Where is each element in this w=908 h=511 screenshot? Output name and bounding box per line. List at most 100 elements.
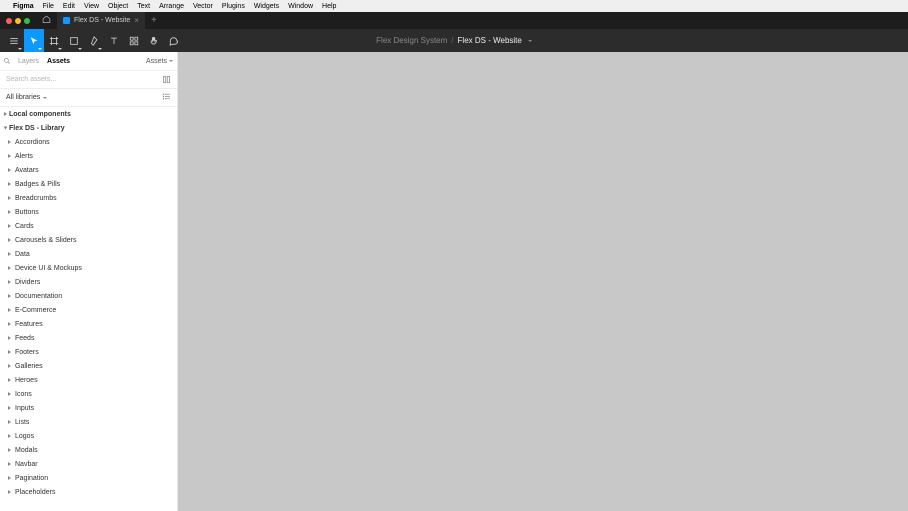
tree-item[interactable]: Features — [0, 317, 177, 331]
caret-right-icon — [8, 182, 11, 186]
document-tab[interactable]: Flex DS - Website × — [57, 12, 145, 29]
menu-plugins[interactable]: Plugins — [222, 3, 245, 10]
tree-item-label: Lists — [13, 419, 29, 426]
breadcrumb-current[interactable]: Flex DS - Website — [458, 36, 522, 45]
menu-file[interactable]: File — [43, 3, 54, 10]
menu-arrange[interactable]: Arrange — [159, 3, 184, 10]
menu-text[interactable]: Text — [137, 3, 150, 10]
tab-assets[interactable]: Assets — [43, 58, 74, 65]
list-view-icon[interactable] — [162, 92, 171, 103]
menu-vector[interactable]: Vector — [193, 3, 213, 10]
pen-tool[interactable] — [84, 29, 104, 52]
tree-item[interactable]: Lists — [0, 415, 177, 429]
tree-item[interactable]: Heroes — [0, 373, 177, 387]
tree-item-label: Documentation — [13, 293, 62, 300]
tree-section-label: Local components — [9, 111, 71, 118]
tree-item-label: Cards — [13, 223, 34, 230]
window-controls[interactable] — [0, 18, 36, 24]
menu-object[interactable]: Object — [108, 3, 128, 10]
tree-section[interactable]: Local components — [0, 107, 177, 121]
library-icon[interactable] — [162, 71, 171, 89]
tree-item[interactable]: Footers — [0, 345, 177, 359]
library-filter[interactable]: All libraries — [0, 89, 177, 107]
menu-help[interactable]: Help — [322, 3, 336, 10]
tree-item[interactable]: Navbar — [0, 457, 177, 471]
tree-item-label: Device UI & Mockups — [13, 265, 82, 272]
minimize-window-icon[interactable] — [15, 18, 21, 24]
tree-item[interactable]: Logos — [0, 429, 177, 443]
tab-title: Flex DS - Website — [74, 17, 130, 24]
zoom-window-icon[interactable] — [24, 18, 30, 24]
tree-item[interactable]: Galleries — [0, 359, 177, 373]
tab-layers[interactable]: Layers — [14, 58, 43, 65]
tree-item[interactable]: Documentation — [0, 289, 177, 303]
search-input[interactable] — [6, 76, 162, 83]
app-name[interactable]: Figma — [13, 3, 34, 10]
asset-tree: Local components Flex DS - LibraryAccordi… — [0, 107, 177, 511]
comment-tool[interactable] — [164, 29, 184, 52]
chevron-down-icon[interactable] — [528, 40, 532, 42]
tree-item[interactable]: Buttons — [0, 205, 177, 219]
tree-item-label: Logos — [13, 433, 34, 440]
tree-item-label: Feeds — [13, 335, 34, 342]
tree-item[interactable]: Modals — [0, 443, 177, 457]
close-window-icon[interactable] — [6, 18, 12, 24]
caret-right-icon — [8, 322, 11, 326]
tree-item[interactable]: E-Commerce — [0, 303, 177, 317]
caret-right-icon — [8, 392, 11, 396]
home-icon[interactable] — [36, 15, 57, 26]
new-tab-button[interactable]: + — [145, 15, 163, 26]
tree-item[interactable]: Icons — [0, 387, 177, 401]
tree-item-label: Inputs — [13, 405, 34, 412]
menu-widgets[interactable]: Widgets — [254, 3, 279, 10]
hand-tool[interactable] — [144, 29, 164, 52]
menu-window[interactable]: Window — [288, 3, 313, 10]
tree-item[interactable]: Inputs — [0, 401, 177, 415]
tree-item-label: Pagination — [13, 475, 48, 482]
resources-tool[interactable] — [124, 29, 144, 52]
caret-right-icon — [8, 476, 11, 480]
main-menu-button[interactable] — [4, 29, 24, 52]
search-icon[interactable] — [0, 57, 14, 65]
chevron-down-icon — [169, 60, 173, 62]
breadcrumb[interactable]: Flex Design System / Flex DS - Website — [376, 36, 532, 45]
tree-item[interactable]: Pagination — [0, 471, 177, 485]
close-tab-icon[interactable]: × — [134, 16, 139, 25]
tree-item[interactable]: Data — [0, 247, 177, 261]
tree-item[interactable]: Carousels & Sliders — [0, 233, 177, 247]
frame-tool[interactable] — [44, 29, 64, 52]
page-selector-label: Assets — [146, 58, 167, 65]
move-tool[interactable] — [24, 29, 44, 52]
tree-item[interactable]: Feeds — [0, 331, 177, 345]
tree-item[interactable]: Cards — [0, 219, 177, 233]
window-tabbar: Flex DS - Website × + — [0, 12, 908, 29]
tree-item[interactable]: Placeholders — [0, 485, 177, 499]
caret-right-icon — [8, 168, 11, 172]
tree-item[interactable]: Breadcrumbs — [0, 191, 177, 205]
tree-item[interactable]: Badges & Pills — [0, 177, 177, 191]
caret-right-icon — [8, 224, 11, 228]
chevron-down-icon — [43, 97, 47, 99]
tree-item[interactable]: Alerts — [0, 149, 177, 163]
caret-right-icon — [8, 434, 11, 438]
menu-view[interactable]: View — [84, 3, 99, 10]
caret-right-icon — [8, 364, 11, 368]
shape-tool[interactable] — [64, 29, 84, 52]
caret-right-icon — [4, 112, 7, 116]
tree-item[interactable]: Accordions — [0, 135, 177, 149]
tree-item[interactable]: Dividers — [0, 275, 177, 289]
tree-item-label: Footers — [13, 349, 39, 356]
text-tool[interactable] — [104, 29, 124, 52]
tree-section[interactable]: Flex DS - Library — [0, 121, 177, 135]
caret-right-icon — [8, 252, 11, 256]
tree-item[interactable]: Device UI & Mockups — [0, 261, 177, 275]
page-selector[interactable]: Assets — [142, 58, 177, 65]
caret-right-icon — [8, 336, 11, 340]
caret-right-icon — [8, 490, 11, 494]
tree-item-label: Heroes — [13, 377, 38, 384]
breadcrumb-parent[interactable]: Flex Design System — [376, 36, 447, 45]
tree-item-label: Galleries — [13, 363, 43, 370]
tree-item[interactable]: Avatars — [0, 163, 177, 177]
menu-edit[interactable]: Edit — [63, 3, 75, 10]
canvas-area[interactable] — [178, 52, 908, 511]
